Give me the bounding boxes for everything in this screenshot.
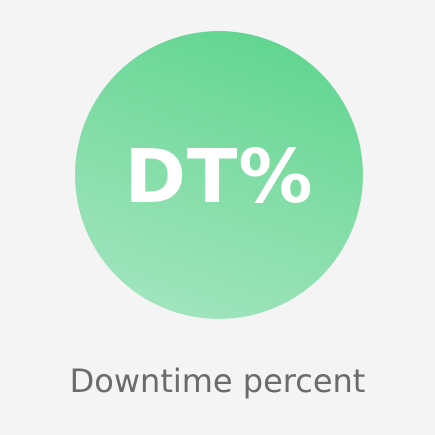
metric-abbreviation: DT% — [124, 134, 314, 220]
metric-caption: Downtime percent — [69, 362, 366, 400]
metric-badge-circle: DT% — [75, 31, 363, 319]
metric-tile[interactable]: DT% Downtime percent — [0, 0, 435, 435]
